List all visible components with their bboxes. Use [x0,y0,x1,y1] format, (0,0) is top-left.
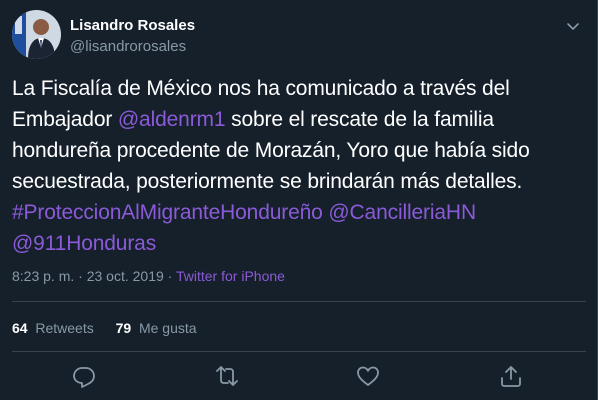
share-icon[interactable] [498,363,524,389]
display-name[interactable]: Lisandro Rosales [70,16,195,36]
tweet-meta: 8:23 p. m. · 23 oct. 2019 · Twitter for … [12,266,285,286]
tweet-time[interactable]: 8:23 p. m. [12,268,74,284]
tweet-text: La Fiscalía de México nos ha comunicado … [12,73,587,259]
avatar-image [12,10,61,59]
likes-label: Me gusta [138,320,197,336]
retweets-count: 64 [12,320,28,336]
reply-icon[interactable] [71,363,97,389]
mention-link[interactable]: @aldenrm1 [118,108,226,131]
tweet-source[interactable]: Twitter for iPhone [176,268,285,284]
heart-icon[interactable] [355,363,381,389]
hashtag-link[interactable]: #ProteccionAlMigranteHondureño [12,201,323,224]
retweets-label: Retweets [35,320,94,336]
action-bar [0,363,598,389]
tweet-date[interactable]: 23 oct. 2019 [87,268,164,284]
mention-link[interactable]: @911Honduras [12,232,156,255]
divider [12,301,586,302]
retweet-icon[interactable] [214,363,240,389]
divider [12,351,586,352]
tweet-stats: 64 Retweets 79 Me gusta [12,318,215,338]
meta-separator: · [74,268,87,284]
user-handle[interactable]: @lisandrorosales [70,37,186,57]
avatar[interactable] [12,10,61,59]
chevron-down-icon[interactable] [563,16,583,36]
meta-separator: · [163,268,176,284]
tweet-card: Lisandro Rosales @lisandrorosales La Fis… [0,0,598,400]
retweets-stat[interactable]: 64 Retweets [12,320,94,336]
mention-link[interactable]: @CancilleriaHN [328,201,476,224]
likes-count: 79 [115,320,132,336]
likes-stat[interactable]: 79 Me gusta [116,320,197,336]
